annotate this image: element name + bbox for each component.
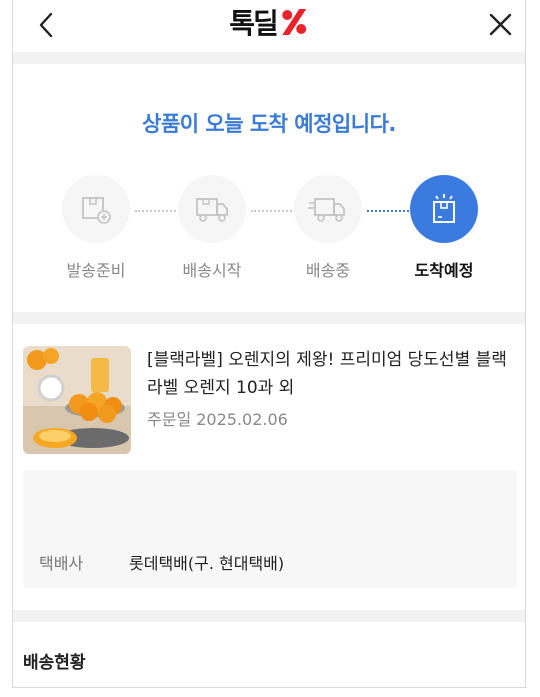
step-circle — [294, 175, 362, 243]
step-circle — [178, 175, 246, 243]
percent-logo-icon — [281, 9, 306, 35]
step-label: 도착예정 — [414, 261, 474, 280]
page-frame: 톡딜 상품이 오늘 도착 예정입니다. 발송준비 배송시작 배송중 도착예정 [… — [12, 0, 526, 688]
step-arrival-expected: 도착예정 — [409, 175, 479, 281]
package-ready-icon — [82, 197, 111, 224]
chevron-left-icon — [39, 12, 53, 38]
header: 톡딜 — [13, 0, 525, 52]
section-divider — [13, 312, 525, 324]
step-shipping-started: 배송시작 — [177, 175, 247, 281]
step-label: 배송시작 — [182, 261, 242, 280]
truck-icon — [196, 198, 228, 222]
back-button[interactable] — [33, 8, 61, 42]
product-name[interactable]: [블랙라벨] 오렌지의 제왕! 프리미엄 당도선별 블랙라벨 오렌지 10과 외 — [147, 346, 513, 402]
step-label: 배송중 — [305, 261, 351, 280]
close-button[interactable] — [485, 8, 515, 42]
close-icon — [489, 13, 512, 36]
product-thumbnail[interactable] — [23, 346, 131, 454]
section-divider — [13, 610, 525, 622]
logo: 톡딜 — [229, 2, 309, 42]
step-in-transit: 배송중 — [293, 175, 363, 281]
delivery-history-title: 배송현황 — [23, 653, 86, 673]
carrier-info-box: 택배사 롯데택배(구. 현대택배) — [23, 470, 517, 588]
truck-moving-icon — [308, 198, 345, 222]
logo-text: 톡딜 — [229, 7, 279, 40]
order-product[interactable]: [블랙라벨] 오렌지의 제왕! 프리미엄 당도선별 블랙라벨 오렌지 10과 외… — [23, 346, 515, 456]
order-date: 주문일 2025.02.06 — [147, 410, 288, 429]
delivery-status-title: 상품이 오늘 도착 예정입니다. — [142, 112, 396, 136]
carrier-label: 택배사 — [39, 554, 84, 573]
step-circle — [62, 175, 130, 243]
step-connector — [367, 210, 409, 212]
carrier-value: 롯데택배(구. 현대택배) — [129, 554, 285, 573]
step-label: 발송준비 — [66, 261, 126, 280]
step-preparing: 발송준비 — [61, 175, 131, 281]
section-divider — [13, 52, 525, 64]
step-circle-active — [410, 175, 478, 243]
package-arrived-icon — [433, 194, 455, 223]
product-image — [23, 346, 131, 454]
